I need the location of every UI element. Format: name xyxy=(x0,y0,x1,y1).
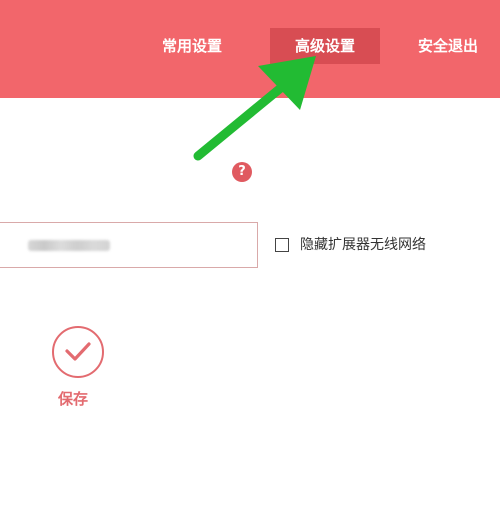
tab-advanced-settings[interactable]: 高级设置 xyxy=(270,28,380,64)
top-navigation-bar: 常用设置 高级设置 安全退出 xyxy=(0,0,500,98)
router-settings-page: 常用设置 高级设置 安全退出 ? 隐藏扩展器无线网络 保存 xyxy=(0,0,500,526)
tab-common-settings[interactable]: 常用设置 xyxy=(152,28,232,64)
help-icon[interactable]: ? xyxy=(232,162,252,182)
save-label: 保存 xyxy=(58,390,89,408)
save-button[interactable]: 保存 xyxy=(52,326,104,410)
hide-ssid-checkbox[interactable] xyxy=(275,238,289,252)
logout-link[interactable]: 安全退出 xyxy=(418,28,500,64)
save-circle xyxy=(52,326,104,378)
blurred-ssid-value xyxy=(28,240,110,251)
hide-ssid-label[interactable]: 隐藏扩展器无线网络 xyxy=(300,236,426,254)
checkmark-icon xyxy=(65,342,91,361)
